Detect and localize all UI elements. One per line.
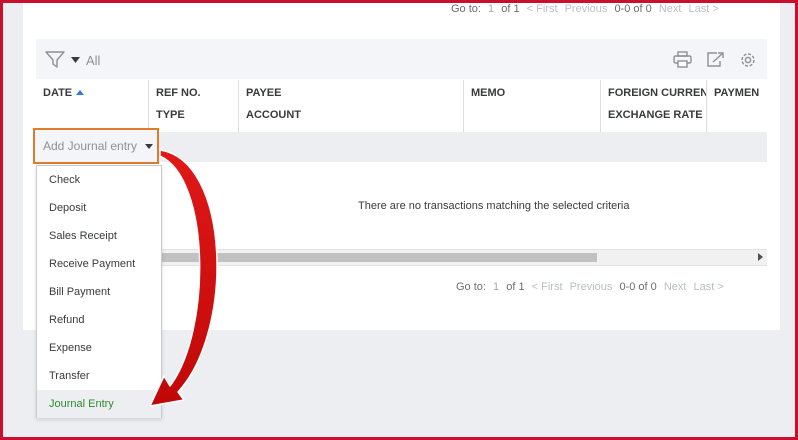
pager-next-link[interactable]: Next <box>659 3 682 15</box>
add-journal-entry-label: Add Journal entry <box>43 139 138 153</box>
pager-last-link[interactable]: Last > <box>694 281 724 293</box>
pager-first-link[interactable]: < First <box>527 3 558 15</box>
pager-first-link[interactable]: < First <box>532 281 563 293</box>
pager-of: of 1 <box>501 3 520 15</box>
column-account-label: ACCOUNT <box>246 109 301 121</box>
filter-label[interactable]: All <box>86 53 100 68</box>
pager-page-input[interactable]: 1 <box>488 3 494 15</box>
pager-goto-label: Go to: <box>451 3 481 15</box>
table-toolbar: All <box>36 39 767 79</box>
filter-control[interactable]: All <box>45 51 100 69</box>
chevron-down-icon <box>145 143 154 149</box>
menu-item-refund[interactable]: Refund <box>37 306 161 334</box>
column-payment-label: PAYMEN <box>714 87 760 99</box>
export-icon[interactable] <box>706 51 725 68</box>
print-icon[interactable] <box>673 51 692 68</box>
table-header: DATE REF NO. TYPE PAYEE ACCOUNT MEMO FOR… <box>36 80 767 133</box>
column-date[interactable]: DATE <box>36 80 148 132</box>
column-refno-type[interactable]: REF NO. TYPE <box>148 80 238 132</box>
column-memo-label: MEMO <box>471 87 506 99</box>
column-payee-account[interactable]: PAYEE ACCOUNT <box>238 80 463 132</box>
column-exchange-rate-label: EXCHANGE RATE <box>608 109 703 121</box>
pager-range: 0-0 of 0 <box>614 3 652 15</box>
column-payee-label: PAYEE <box>246 87 282 99</box>
menu-item-sales-receipt[interactable]: Sales Receipt <box>37 222 161 250</box>
pager-goto-label: Go to: <box>456 281 486 293</box>
empty-state-message: There are no transactions matching the s… <box>358 200 630 212</box>
pager-last-link[interactable]: Last > <box>689 3 719 15</box>
column-date-label: DATE <box>43 87 73 99</box>
add-journal-entry-dropdown[interactable]: Add Journal entry <box>33 128 159 164</box>
pager-of: of 1 <box>506 281 525 293</box>
menu-item-expense[interactable]: Expense <box>37 334 161 362</box>
gear-icon[interactable] <box>739 51 757 69</box>
scroll-right-icon[interactable] <box>758 253 763 261</box>
pager-top: Go to: 1 of 1 < First Previous 0-0 of 0 … <box>451 3 723 15</box>
filter-icon[interactable] <box>45 51 65 69</box>
pager-range: 0-0 of 0 <box>619 281 657 293</box>
pager-next-link[interactable]: Next <box>664 281 687 293</box>
column-foreign-currency[interactable]: FOREIGN CURRENC EXCHANGE RATE <box>600 80 706 132</box>
pager-bottom: Go to: 1 of 1 < First Previous 0-0 of 0 … <box>456 281 728 293</box>
chevron-down-icon[interactable] <box>71 57 80 63</box>
toolbar-actions <box>673 51 757 69</box>
menu-item-receive-payment[interactable]: Receive Payment <box>37 250 161 278</box>
horizontal-scrollbar[interactable] <box>160 249 767 266</box>
sort-ascending-icon <box>76 90 85 95</box>
menu-item-check[interactable]: Check <box>37 166 161 194</box>
column-type-label: TYPE <box>156 109 185 121</box>
add-transaction-menu: Check Deposit Sales Receipt Receive Paym… <box>36 165 162 418</box>
column-refno-label: REF NO. <box>156 87 201 99</box>
column-payment[interactable]: PAYMEN <box>706 80 767 132</box>
menu-item-transfer[interactable]: Transfer <box>37 362 161 390</box>
column-foreign-currency-label: FOREIGN CURRENC <box>608 87 706 99</box>
pager-previous-link[interactable]: Previous <box>570 281 613 293</box>
pager-previous-link[interactable]: Previous <box>565 3 608 15</box>
menu-item-journal-entry[interactable]: Journal Entry <box>37 390 161 418</box>
scrollbar-thumb[interactable] <box>160 253 597 262</box>
menu-item-bill-payment[interactable]: Bill Payment <box>37 278 161 306</box>
pager-page-input[interactable]: 1 <box>493 281 499 293</box>
column-memo[interactable]: MEMO <box>463 80 600 132</box>
menu-item-deposit[interactable]: Deposit <box>37 194 161 222</box>
